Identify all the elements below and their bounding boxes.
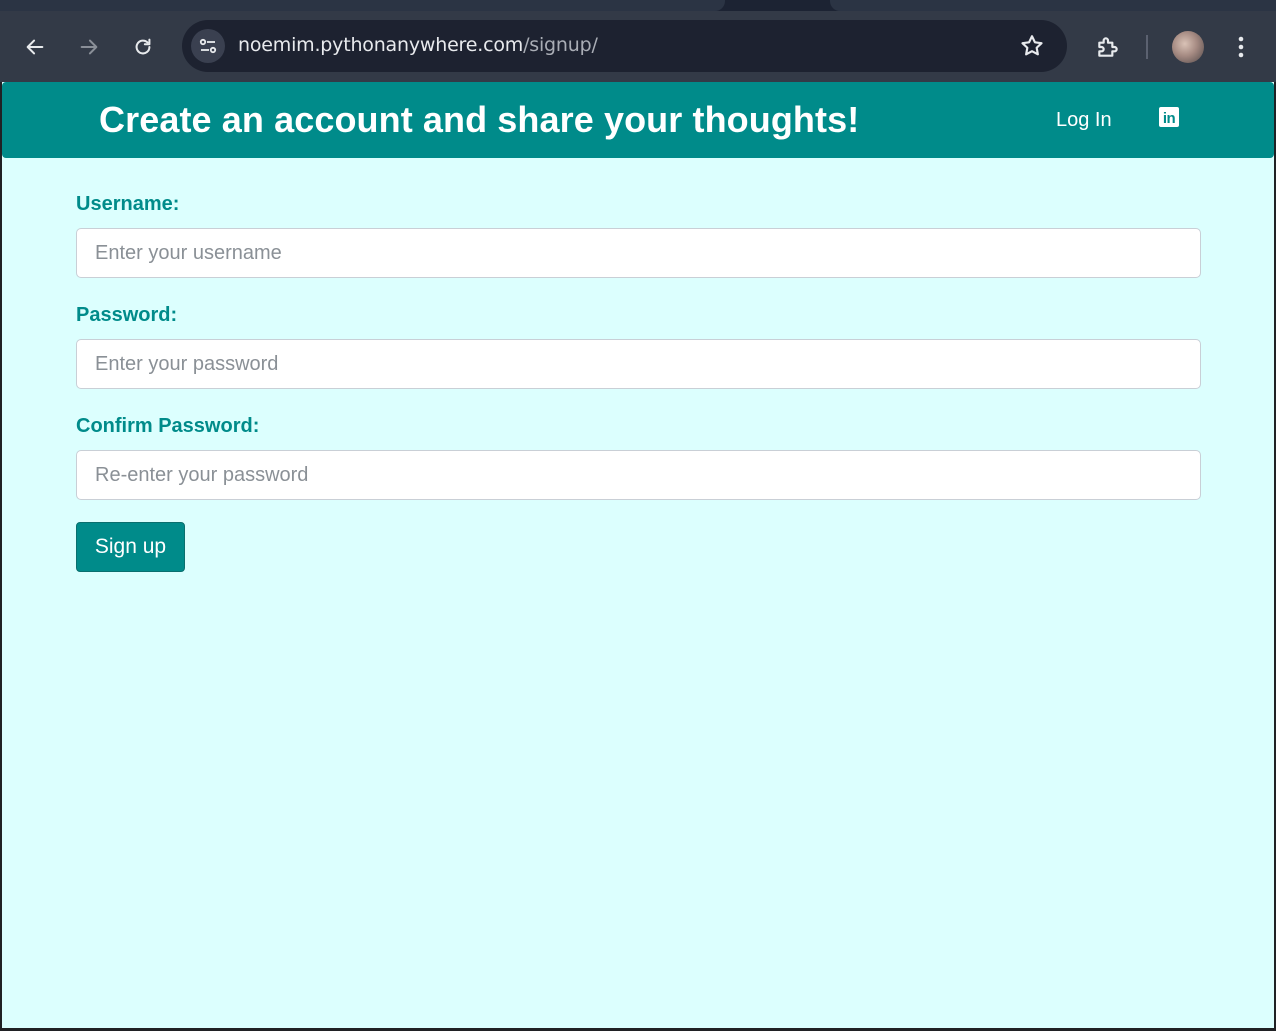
linkedin-icon-glyph: in bbox=[1162, 110, 1176, 127]
toolbar-divider bbox=[1146, 35, 1148, 59]
reload-button[interactable] bbox=[127, 31, 159, 63]
site-info-icon bbox=[199, 38, 217, 54]
login-link[interactable]: Log In bbox=[1056, 109, 1112, 132]
confirm-password-label: Confirm Password: bbox=[76, 415, 260, 437]
password-field[interactable] bbox=[76, 339, 1201, 389]
forward-button[interactable] bbox=[73, 31, 105, 63]
browser-toolbar: noemim.pythonanywhere.com/signup/ bbox=[0, 11, 1276, 82]
address-bar[interactable]: noemim.pythonanywhere.com/signup/ bbox=[182, 20, 1067, 72]
back-arrow-icon bbox=[26, 39, 44, 55]
url-host: noemim.pythonanywhere.com bbox=[238, 34, 524, 56]
url-path: /signup/ bbox=[523, 34, 598, 56]
site-info-button[interactable] bbox=[191, 29, 225, 63]
linkedin-icon[interactable]: in bbox=[1159, 107, 1179, 127]
kebab-menu-icon bbox=[1238, 36, 1244, 58]
reload-icon bbox=[135, 38, 151, 55]
page-viewport: Create an account and share your thought… bbox=[2, 82, 1274, 1028]
forward-arrow-icon bbox=[80, 39, 98, 55]
tab-strip bbox=[0, 0, 1276, 11]
puzzle-icon bbox=[1098, 37, 1118, 57]
tab[interactable] bbox=[0, 0, 725, 11]
sign-up-button[interactable]: Sign up bbox=[76, 522, 185, 572]
confirm-password-field[interactable] bbox=[76, 450, 1201, 500]
avatar[interactable] bbox=[1172, 31, 1204, 63]
back-button[interactable] bbox=[19, 31, 51, 63]
tab[interactable] bbox=[830, 0, 1276, 11]
page-title: Create an account and share your thought… bbox=[99, 99, 860, 140]
username-label: Username: bbox=[76, 193, 180, 215]
browser-menu-button[interactable] bbox=[1226, 31, 1256, 63]
star-icon bbox=[1021, 35, 1043, 56]
password-label: Password: bbox=[76, 304, 178, 326]
bookmark-star-button[interactable] bbox=[1019, 33, 1045, 59]
site-navbar: Create an account and share your thought… bbox=[2, 82, 1274, 158]
url-text[interactable]: noemim.pythonanywhere.com/signup/ bbox=[238, 34, 598, 56]
extensions-button[interactable] bbox=[1092, 31, 1124, 63]
username-field[interactable] bbox=[76, 228, 1201, 278]
